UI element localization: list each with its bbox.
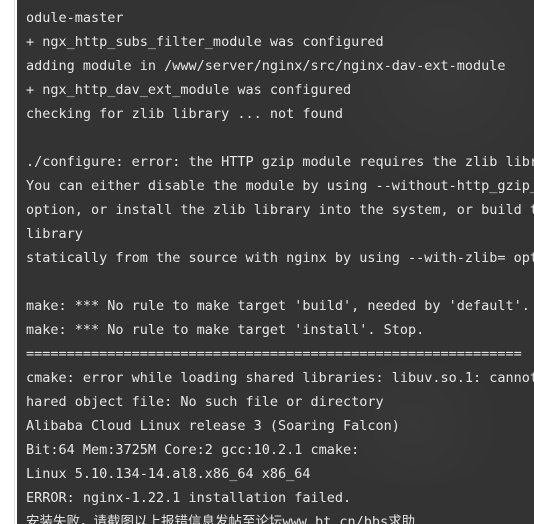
terminal-text: hared object file: No such file or direc… xyxy=(26,394,384,410)
terminal-text: ERROR: nginx-1.22.1 installation failed. xyxy=(26,490,352,506)
gutter-divider xyxy=(14,0,15,524)
terminal-text: make: *** No rule to make target 'instal… xyxy=(26,322,425,338)
terminal-line: checking for zlib library ... not found xyxy=(26,102,534,126)
terminal-line: You can either disable the module by usi… xyxy=(26,174,534,198)
terminal-line: cmake: error while loading shared librar… xyxy=(26,366,534,390)
terminal-line: odule-master xyxy=(26,6,534,30)
terminal-line: option, or install the zlib library into… xyxy=(26,198,534,222)
terminal-text: make: *** No rule to make target 'build'… xyxy=(26,298,534,314)
terminal-line: ERROR: nginx-1.22.1 installation failed. xyxy=(26,486,534,510)
terminal-text: + ngx_http_subs_filter_module was config… xyxy=(26,34,384,50)
terminal-text: 安装失败，请截图以上报错信息发帖至论坛www.bt.cn/bbs求助 xyxy=(26,514,416,524)
terminal-line: ========================================… xyxy=(26,342,534,366)
terminal-line: statically from the source with nginx by… xyxy=(26,246,534,270)
terminal-line: Linux 5.10.134-14.al8.x86_64 x86_64 xyxy=(26,462,534,486)
terminal-text: Bit:64 Mem:3725M Core:2 gcc:10.2.1 cmake… xyxy=(26,442,360,458)
terminal-line: make: *** No rule to make target 'instal… xyxy=(26,318,534,342)
terminal-line: + ngx_http_dav_ext_module was configured xyxy=(26,78,534,102)
terminal-text: You can either disable the module by usi… xyxy=(26,178,534,194)
terminal-text: adding module in /www/server/nginx/src/n… xyxy=(26,58,506,74)
terminal-text: odule-master xyxy=(26,10,124,26)
terminal-text: cmake: error while loading shared librar… xyxy=(26,370,534,386)
terminal-text: Alibaba Cloud Linux release 3 (Soaring F… xyxy=(26,418,400,434)
terminal-text: library xyxy=(26,226,83,242)
terminal-text: ========================================… xyxy=(26,346,522,362)
terminal-line: library xyxy=(26,222,534,246)
terminal-text: option, or install the zlib library into… xyxy=(26,202,534,218)
terminal-line: + ngx_http_subs_filter_module was config… xyxy=(26,30,534,54)
terminal-text: statically from the source with nginx by… xyxy=(26,250,534,266)
terminal-line: Alibaba Cloud Linux release 3 (Soaring F… xyxy=(26,414,534,438)
terminal-line: adding module in /www/server/nginx/src/n… xyxy=(26,54,534,78)
terminal-screenshot: odule-master + ngx_http_subs_filter_modul… xyxy=(0,0,534,524)
terminal-text: checking for zlib library ... not found xyxy=(26,106,343,122)
terminal-text: ./configure: error: the HTTP gzip module… xyxy=(26,154,534,170)
terminal-line: hared object file: No such file or direc… xyxy=(26,390,534,414)
terminal-line: 安装失败，请截图以上报错信息发帖至论坛www.bt.cn/bbs求助 xyxy=(26,510,534,524)
terminal-line: Bit:64 Mem:3725M Core:2 gcc:10.2.1 cmake… xyxy=(26,438,534,462)
terminal-text: + ngx_http_dav_ext_module was configured xyxy=(26,82,352,98)
terminal-line: make: *** No rule to make target 'build'… xyxy=(26,294,534,318)
terminal-text: Linux 5.10.134-14.al8.x86_64 x86_64 xyxy=(26,466,311,482)
terminal-output-pane[interactable]: odule-master + ngx_http_subs_filter_modul… xyxy=(17,0,534,524)
terminal-line-list: odule-master + ngx_http_subs_filter_modul… xyxy=(17,0,534,524)
terminal-line: ./configure: error: the HTTP gzip module… xyxy=(26,150,534,174)
